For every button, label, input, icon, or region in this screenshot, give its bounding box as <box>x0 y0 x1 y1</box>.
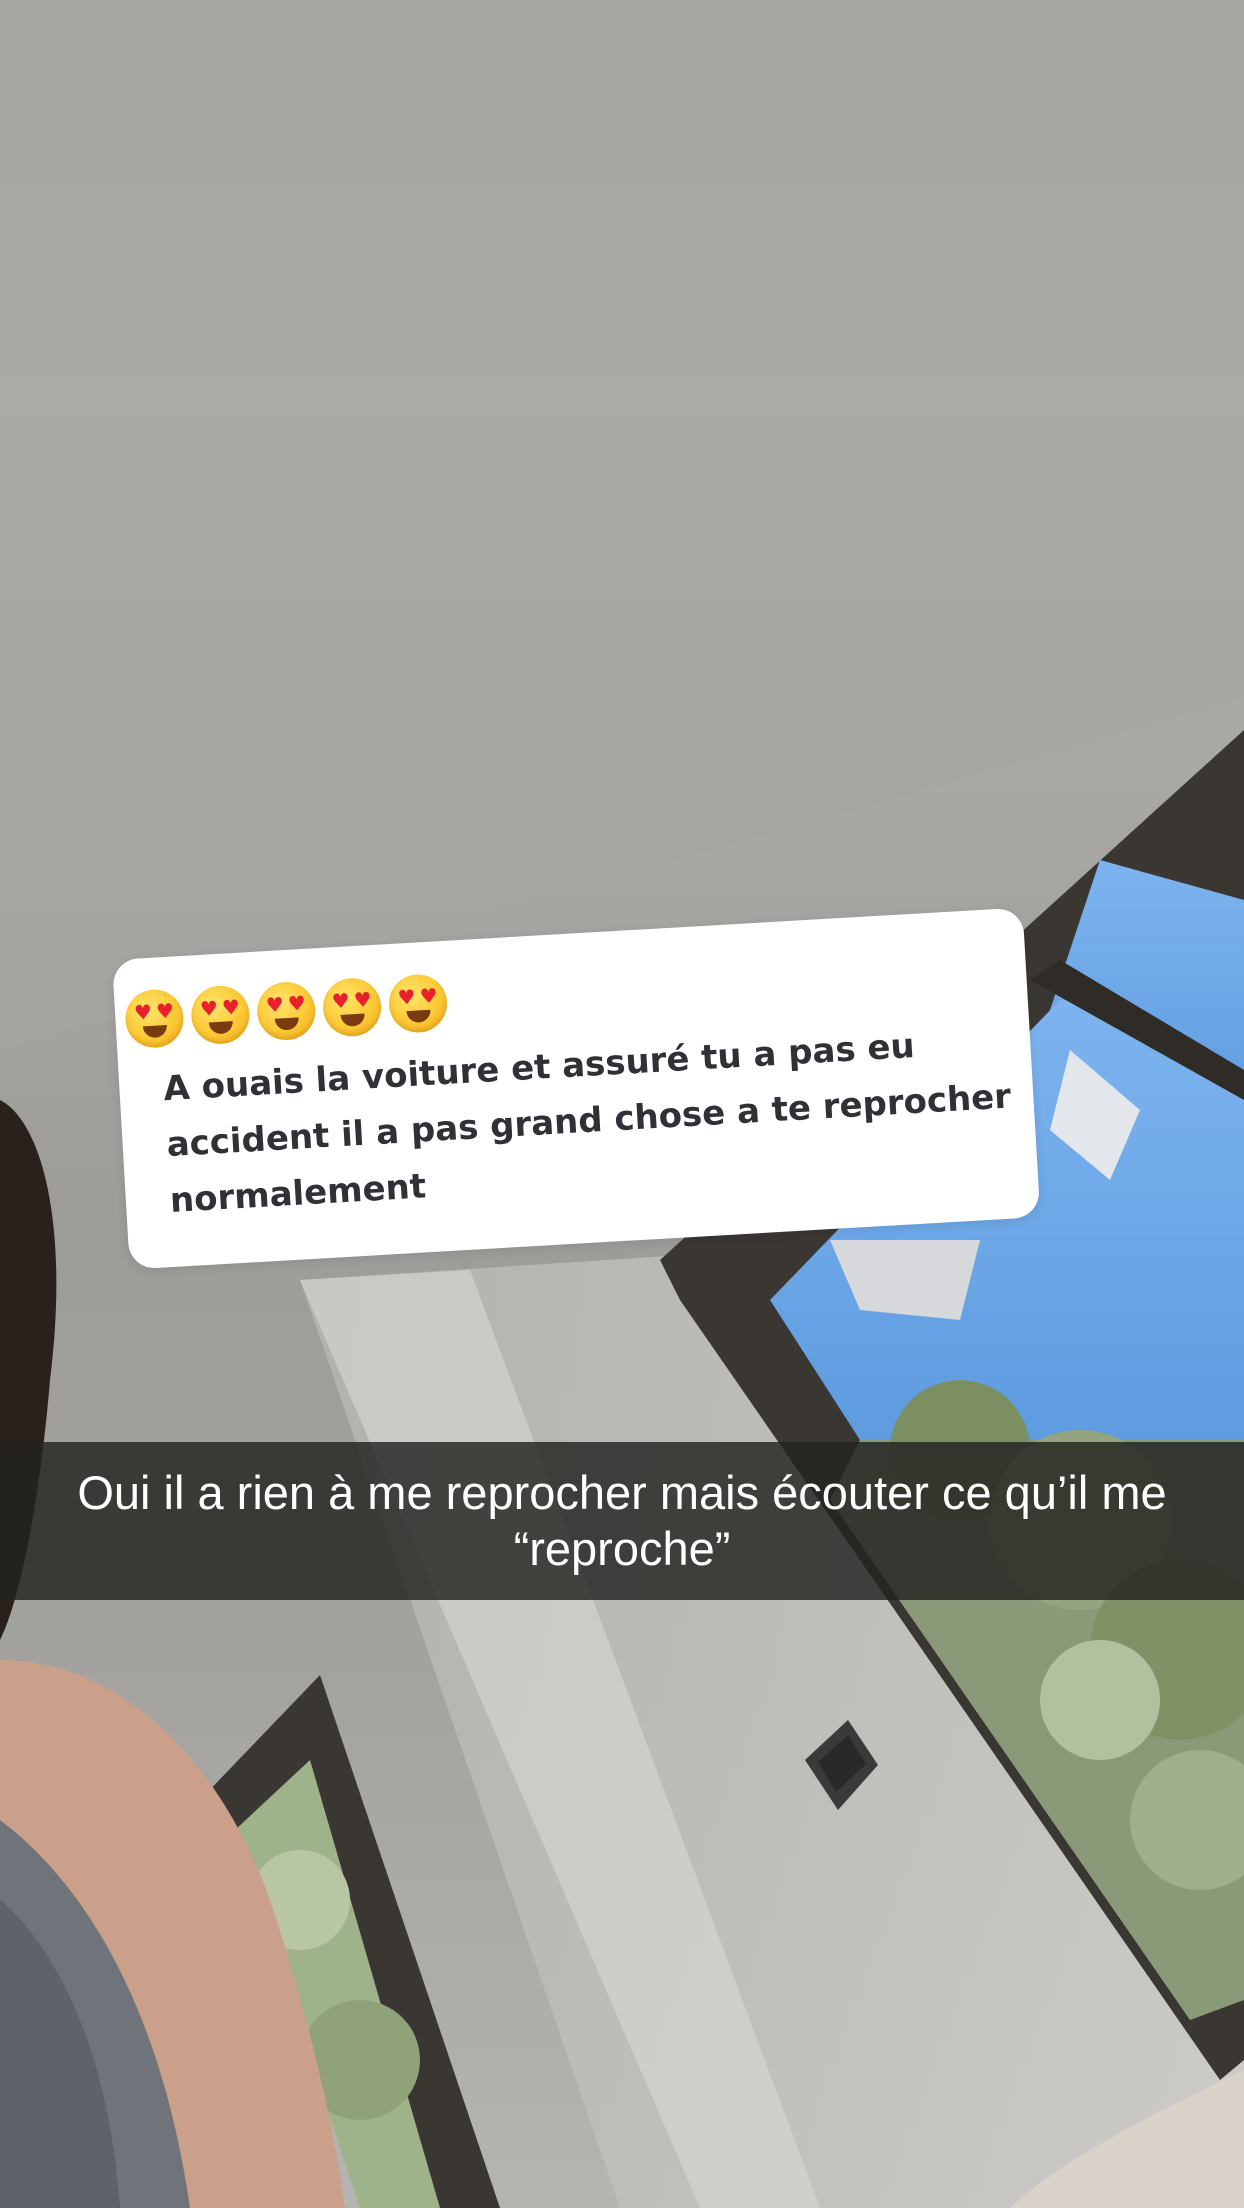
caption-bar[interactable]: Oui il a rien à me reprocher mais écoute… <box>0 1442 1244 1600</box>
photo-story: A ouais la voiture et assuré tu a pas eu… <box>0 0 1244 2208</box>
heart-eyes-emoji-icon <box>123 988 186 1050</box>
ceiling-shadow <box>0 0 1244 1050</box>
caption-text: Oui il a rien à me reprocher mais écoute… <box>77 1466 1167 1575</box>
reply-sticker[interactable]: A ouais la voiture et assuré tu a pas eu… <box>112 907 1041 1270</box>
emoji-row <box>123 972 449 1050</box>
heart-eyes-emoji-icon <box>387 972 449 1035</box>
heart-eyes-emoji-icon <box>255 980 317 1042</box>
heart-eyes-emoji-icon <box>189 984 251 1046</box>
reply-message-text: A ouais la voiture et assuré tu a pas eu… <box>162 1025 1013 1222</box>
heart-eyes-emoji-icon <box>321 976 383 1038</box>
